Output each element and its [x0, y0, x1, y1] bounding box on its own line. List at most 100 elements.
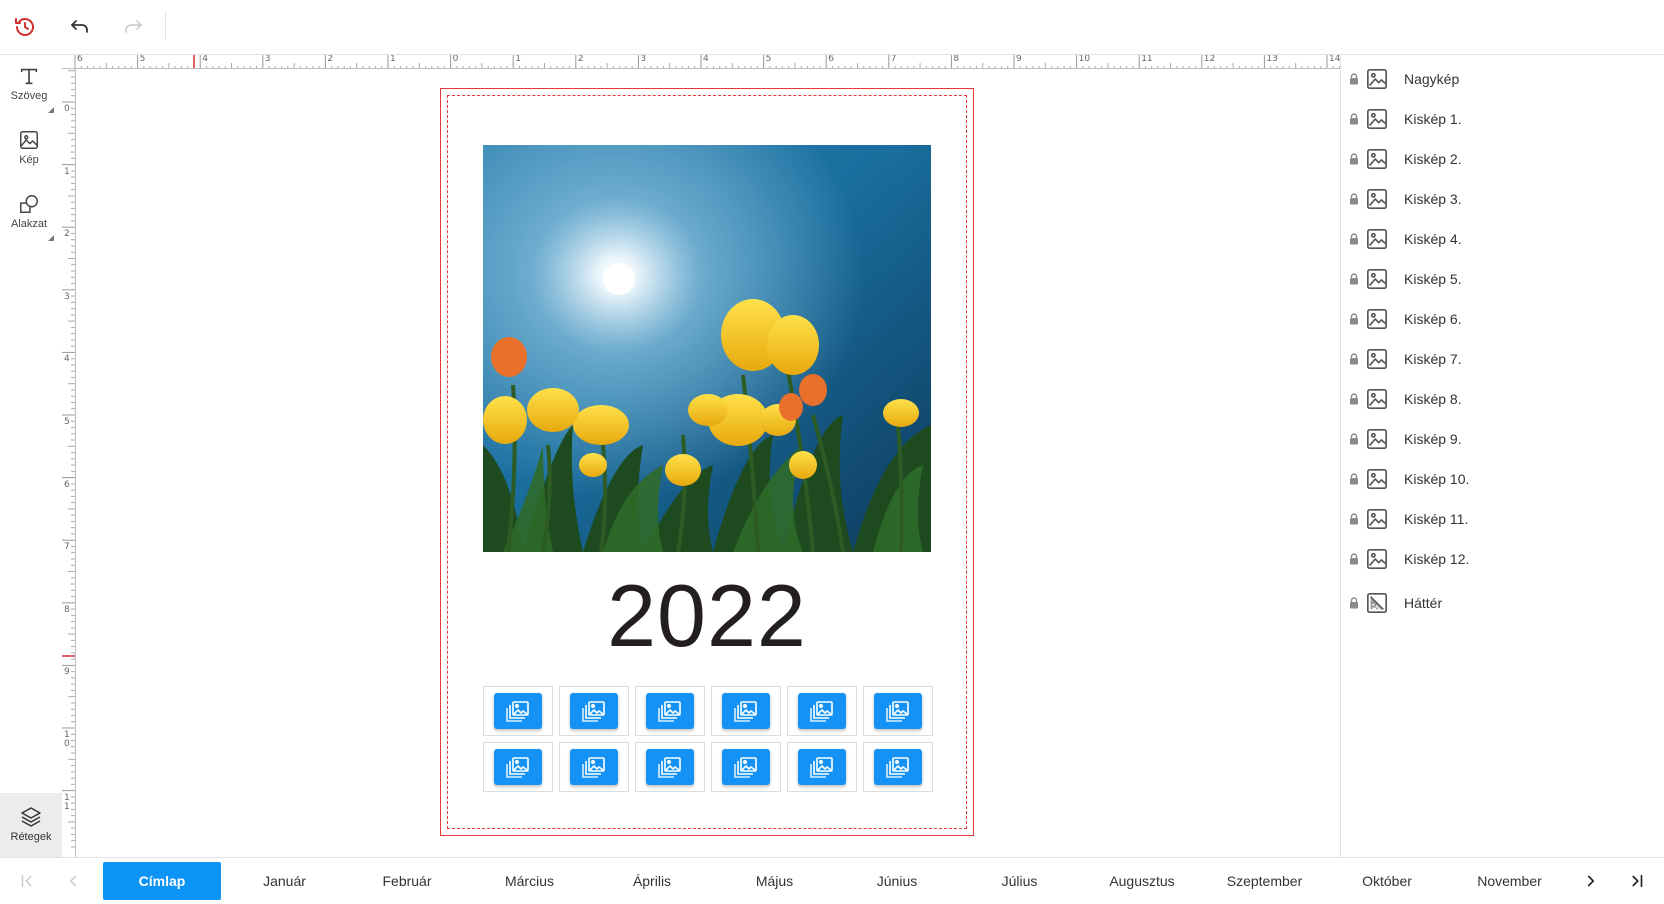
lock-icon[interactable]: [1348, 433, 1360, 445]
photo-library-icon: [734, 701, 757, 722]
add-photo-button[interactable]: [570, 749, 618, 785]
small-photo-placeholder[interactable]: [559, 686, 629, 736]
page-tab[interactable]: Október: [1328, 862, 1446, 900]
ruler-label: 0: [452, 55, 459, 64]
layer-item[interactable]: Nagykép: [1341, 61, 1661, 97]
add-photo-button[interactable]: [798, 749, 846, 785]
lock-icon[interactable]: [1348, 113, 1360, 125]
layer-item[interactable]: Kiskép 5.: [1341, 261, 1661, 297]
add-photo-button[interactable]: [874, 749, 922, 785]
lock-icon[interactable]: [1348, 193, 1360, 205]
tool-shape[interactable]: Alakzat: [0, 183, 58, 243]
lock-icon[interactable]: [1348, 313, 1360, 325]
image-icon: [1367, 509, 1387, 529]
add-photo-button[interactable]: [722, 693, 770, 729]
tulip-photo: [483, 145, 931, 552]
main-photo[interactable]: [483, 145, 931, 552]
layer-item[interactable]: Kiskép 9.: [1341, 421, 1661, 457]
layer-name: Kiskép 7.: [1404, 351, 1462, 367]
add-photo-button[interactable]: [494, 749, 542, 785]
lock-icon[interactable]: [1348, 153, 1360, 165]
layer-name: Kiskép 9.: [1404, 431, 1462, 447]
next-page-button[interactable]: [1574, 858, 1608, 904]
page-tab[interactable]: Szeptember: [1206, 862, 1324, 900]
ruler-label: 12: [1203, 55, 1216, 64]
ruler-label: 1: [515, 55, 521, 64]
lock-icon[interactable]: [1348, 353, 1360, 365]
small-photo-placeholder[interactable]: [787, 686, 857, 736]
redo-button[interactable]: [117, 11, 149, 43]
photo-library-icon: [658, 757, 681, 778]
small-photo-placeholder[interactable]: [711, 686, 781, 736]
page-tab[interactable]: Február: [348, 862, 466, 900]
page-tab[interactable]: Június: [838, 862, 956, 900]
image-icon: [1367, 69, 1387, 89]
image-icon: [1367, 149, 1387, 169]
lock-icon[interactable]: [1348, 233, 1360, 245]
small-photo-placeholder[interactable]: [483, 686, 553, 736]
page-tab[interactable]: Április: [593, 862, 711, 900]
lock-icon[interactable]: [1348, 553, 1360, 565]
lock-icon[interactable]: [1348, 273, 1360, 285]
small-photo-placeholder[interactable]: [711, 742, 781, 792]
tool-text[interactable]: Szöveg: [0, 55, 58, 115]
layer-item[interactable]: Kiskép 4.: [1341, 221, 1661, 257]
layer-item[interactable]: Kiskép 7.: [1341, 341, 1661, 377]
history-button[interactable]: [9, 11, 41, 43]
ruler-label: 2: [327, 55, 334, 64]
first-page-button[interactable]: [10, 858, 44, 904]
photo-library-icon: [810, 757, 833, 778]
image-icon: [1367, 549, 1387, 569]
small-photo-placeholder[interactable]: [483, 742, 553, 792]
add-photo-button[interactable]: [570, 693, 618, 729]
small-photo-placeholder[interactable]: [787, 742, 857, 792]
add-photo-button[interactable]: [722, 749, 770, 785]
layers-button[interactable]: Rétegek: [0, 793, 62, 857]
small-photo-placeholder[interactable]: [863, 742, 933, 792]
layer-item[interactable]: Kiskép 1.: [1341, 101, 1661, 137]
ruler-label: 9: [1016, 55, 1022, 64]
lock-icon[interactable]: [1348, 597, 1360, 609]
layer-item[interactable]: Kiskép 8.: [1341, 381, 1661, 417]
lock-icon[interactable]: [1348, 393, 1360, 405]
small-photo-placeholder[interactable]: [635, 686, 705, 736]
page-tab[interactable]: Március: [471, 862, 589, 900]
layer-item[interactable]: Kiskép 10.: [1341, 461, 1661, 497]
tool-image[interactable]: Kép: [0, 119, 58, 179]
add-photo-button[interactable]: [646, 693, 694, 729]
small-photo-placeholder[interactable]: [559, 742, 629, 792]
lock-icon[interactable]: [1348, 73, 1360, 85]
layer-item[interactable]: Kiskép 6.: [1341, 301, 1661, 337]
undo-button[interactable]: [64, 11, 96, 43]
add-photo-button[interactable]: [494, 693, 542, 729]
prev-page-icon: [70, 875, 76, 887]
add-photo-button[interactable]: [874, 693, 922, 729]
photo-library-icon: [582, 757, 605, 778]
small-photo-placeholder[interactable]: [863, 686, 933, 736]
page-tab[interactable]: Január: [226, 862, 344, 900]
submenu-indicator: [48, 107, 54, 113]
layer-item[interactable]: Háttér: [1341, 585, 1661, 621]
small-photo-placeholder[interactable]: [635, 742, 705, 792]
layer-item[interactable]: Kiskép 3.: [1341, 181, 1661, 217]
calendar-page[interactable]: 2022: [440, 88, 974, 836]
layer-item[interactable]: Kiskép 11.: [1341, 501, 1661, 537]
layer-item[interactable]: Kiskép 12.: [1341, 541, 1661, 577]
year-text[interactable]: 2022: [441, 565, 973, 667]
prev-page-button[interactable]: [56, 858, 90, 904]
last-page-button[interactable]: [1620, 858, 1654, 904]
page-tab[interactable]: Július: [961, 862, 1079, 900]
page-tab[interactable]: Augusztus: [1083, 862, 1201, 900]
design-canvas[interactable]: 2022: [76, 69, 1340, 857]
lock-icon[interactable]: [1348, 473, 1360, 485]
add-photo-button[interactable]: [798, 693, 846, 729]
image-icon: [1367, 429, 1387, 449]
add-photo-button[interactable]: [646, 749, 694, 785]
layer-item[interactable]: Kiskép 2.: [1341, 141, 1661, 177]
image-icon: [1367, 109, 1387, 129]
page-tab[interactable]: Május: [716, 862, 834, 900]
page-tab[interactable]: November: [1451, 862, 1569, 900]
lock-icon[interactable]: [1348, 513, 1360, 525]
ruler-label: 6: [64, 479, 70, 490]
page-tab[interactable]: Címlap: [103, 862, 221, 900]
